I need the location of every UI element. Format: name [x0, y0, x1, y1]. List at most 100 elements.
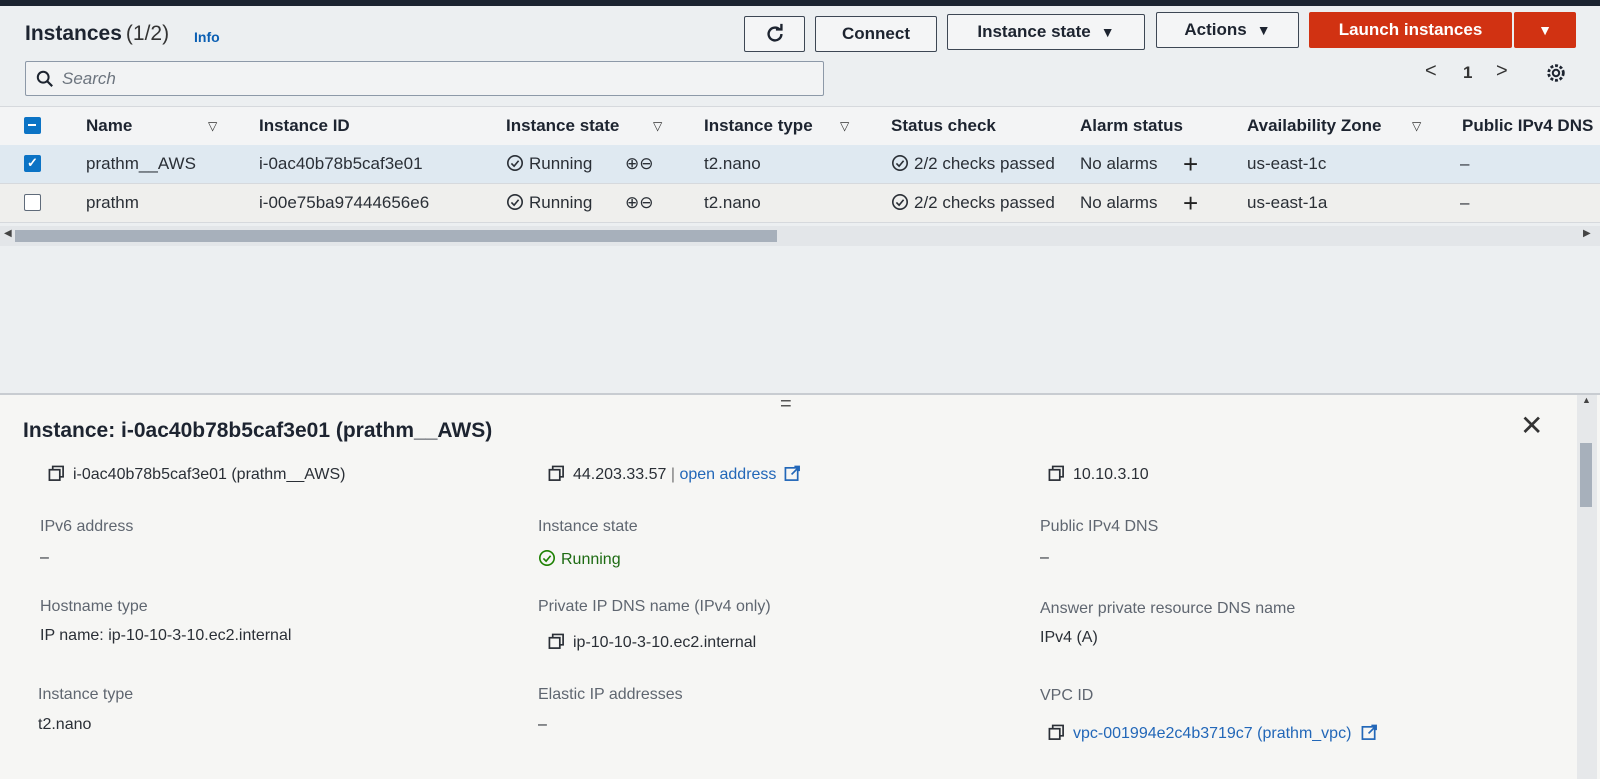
- instance-state-label: Instance state: [977, 22, 1091, 41]
- table-row[interactable]: prathm i-00e75ba97444656e6 Running ⊕⊖ t2…: [0, 184, 1600, 223]
- col-availability-zone[interactable]: Availability Zone: [1247, 116, 1381, 136]
- add-alarm-icon[interactable]: +: [1183, 149, 1198, 180]
- copy-icon[interactable]: [548, 633, 565, 655]
- col-public-dns[interactable]: Public IPv4 DNS: [1462, 116, 1593, 136]
- actions-dropdown[interactable]: Actions ▼: [1156, 12, 1299, 48]
- open-address-link[interactable]: open address: [679, 466, 776, 483]
- check-circle-icon: [506, 154, 524, 177]
- scroll-up-icon[interactable]: ▲: [1582, 395, 1591, 405]
- sort-icon[interactable]: ▽: [1412, 119, 1421, 133]
- instance-id-value: i-0ac40b78b5caf3e01 (prathm__AWS): [48, 465, 345, 487]
- prev-page-button[interactable]: <: [1425, 60, 1437, 83]
- scrollbar-thumb[interactable]: [1580, 443, 1592, 507]
- sort-icon[interactable]: ▽: [840, 119, 849, 133]
- sort-icon[interactable]: ▽: [653, 119, 662, 133]
- state-value: Running: [538, 549, 621, 572]
- add-alarm-icon[interactable]: +: [1183, 188, 1198, 219]
- launch-instances-button[interactable]: Launch instances: [1309, 12, 1512, 48]
- copy-icon[interactable]: [548, 465, 565, 487]
- cell-availability-zone: us-east-1a: [1247, 193, 1328, 212]
- row-checkbox[interactable]: ✓: [24, 155, 41, 172]
- vpc-link[interactable]: vpc-001994e2c4b3719c7 (prathm_vpc): [1073, 725, 1351, 742]
- scroll-left-icon[interactable]: ◀: [4, 228, 12, 239]
- refresh-icon: [766, 23, 783, 42]
- scroll-right-icon[interactable]: ▶: [1583, 228, 1591, 239]
- cell-availability-zone: us-east-1c: [1247, 154, 1327, 173]
- external-link-icon[interactable]: [1361, 724, 1378, 746]
- cell-instance-type: t2.nano: [704, 154, 761, 173]
- caret-down-icon: ▼: [1256, 22, 1271, 38]
- cell-status-check: 2/2 checks passed: [891, 193, 1055, 216]
- vpc-label: VPC ID: [1040, 687, 1094, 704]
- hostname-value: IP name: ip-10-10-3-10.ec2.internal: [40, 627, 292, 644]
- col-instance-id[interactable]: Instance ID: [259, 116, 350, 136]
- public-dns-label: Public IPv4 DNS: [1040, 518, 1159, 535]
- elastic-ip-label: Elastic IP addresses: [538, 686, 683, 703]
- table-row[interactable]: ✓ prathm__AWS i-0ac40b78b5caf3e01 Runnin…: [0, 145, 1600, 184]
- horizontal-scrollbar[interactable]: ◀ ▶: [0, 226, 1600, 246]
- instance-type-label: Instance type: [38, 686, 134, 703]
- answer-dns-label: Answer private resource DNS name: [1040, 600, 1296, 617]
- hostname-label: Hostname type: [40, 598, 148, 615]
- cell-public-dns: –: [1460, 193, 1470, 212]
- cell-state: Running: [506, 193, 592, 216]
- check-circle-icon: [506, 193, 524, 216]
- cell-name: prathm: [86, 193, 139, 212]
- caret-down-icon: ▼: [1100, 24, 1115, 40]
- select-all-checkbox[interactable]: [24, 117, 41, 134]
- state-label: Instance state: [538, 518, 638, 535]
- copy-icon[interactable]: [1048, 724, 1065, 746]
- check-circle-icon: [538, 549, 556, 572]
- private-dns-value: ip-10-10-3-10.ec2.internal: [548, 633, 756, 655]
- vpc-value: vpc-001994e2c4b3719c7 (prathm_vpc): [1048, 724, 1378, 746]
- instance-type-value: t2.nano: [38, 716, 92, 733]
- selection-count: (1/2): [125, 22, 170, 45]
- instance-details-panel: = Instance: i-0ac40b78b5caf3e01 (prathm_…: [0, 393, 1600, 779]
- cell-public-dns: –: [1460, 154, 1470, 173]
- col-alarm-status[interactable]: Alarm status: [1080, 116, 1183, 136]
- refresh-button[interactable]: [744, 16, 805, 52]
- public-ip-value: 44.203.33.57 | open address: [548, 465, 801, 487]
- col-name[interactable]: Name: [86, 116, 132, 136]
- sort-icon[interactable]: ▽: [208, 119, 217, 133]
- connect-button[interactable]: Connect: [815, 16, 937, 52]
- actions-label: Actions: [1184, 20, 1247, 39]
- gear-icon[interactable]: [1545, 62, 1567, 89]
- cell-instance-type: t2.nano: [704, 193, 761, 212]
- col-instance-type[interactable]: Instance type: [704, 116, 813, 136]
- ipv6-label: IPv6 address: [40, 518, 134, 535]
- detail-title: Instance: i-0ac40b78b5caf3e01 (prathm__A…: [23, 419, 493, 442]
- instance-state-dropdown[interactable]: Instance state ▼: [947, 14, 1145, 50]
- scrollbar-thumb[interactable]: [15, 230, 777, 242]
- page-title: Instances (1/2): [25, 22, 170, 45]
- table-header: Name ▽ Instance ID Instance state ▽ Inst…: [0, 106, 1600, 146]
- close-icon[interactable]: ✕: [1520, 409, 1543, 442]
- zoom-in-out-icon[interactable]: ⊕⊖: [625, 193, 654, 213]
- cell-alarm-status: No alarms: [1080, 193, 1158, 212]
- search-input[interactable]: Search: [25, 61, 824, 96]
- resize-handle-icon[interactable]: =: [780, 393, 792, 416]
- cell-instance-id[interactable]: i-0ac40b78b5caf3e01: [259, 154, 423, 174]
- copy-icon[interactable]: [1048, 465, 1065, 487]
- zoom-in-out-icon[interactable]: ⊕⊖: [625, 154, 654, 174]
- cell-instance-id[interactable]: i-00e75ba97444656e6: [259, 193, 429, 213]
- public-dns-value: –: [1040, 549, 1049, 566]
- next-page-button[interactable]: >: [1496, 60, 1508, 83]
- private-dns-label: Private IP DNS name (IPv4 only): [538, 598, 771, 615]
- launch-options-button[interactable]: ▼: [1514, 12, 1576, 48]
- cell-state: Running: [506, 154, 592, 177]
- check-circle-icon: [891, 154, 909, 177]
- info-link[interactable]: Info: [194, 29, 220, 45]
- col-status-check[interactable]: Status check: [891, 116, 996, 136]
- external-link-icon[interactable]: [784, 465, 801, 487]
- copy-icon[interactable]: [48, 465, 65, 487]
- cell-name: prathm__AWS: [86, 154, 196, 173]
- top-strip: [0, 0, 1600, 6]
- ipv6-value: –: [40, 549, 49, 566]
- col-instance-state[interactable]: Instance state: [506, 116, 619, 136]
- vertical-scrollbar[interactable]: ▲: [1577, 395, 1597, 779]
- page-number[interactable]: 1: [1463, 63, 1472, 83]
- answer-dns-value: IPv4 (A): [1040, 629, 1098, 646]
- row-checkbox[interactable]: [24, 194, 41, 211]
- cell-status-check: 2/2 checks passed: [891, 154, 1055, 177]
